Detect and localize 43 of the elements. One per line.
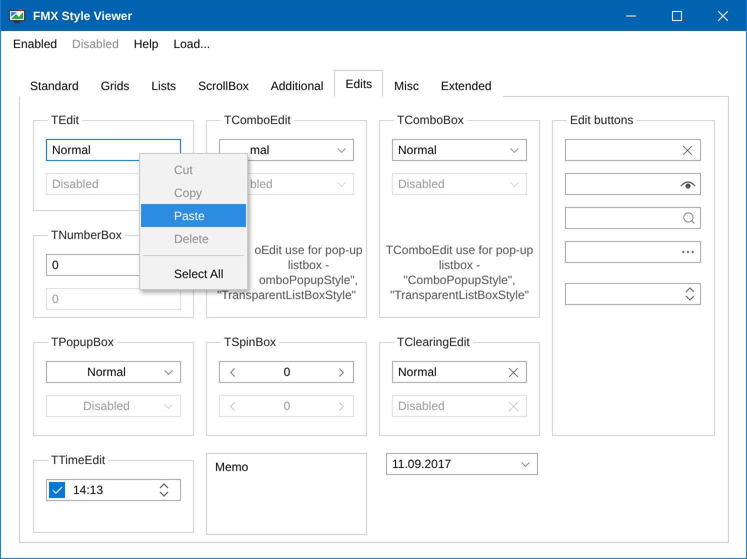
- maximize-icon: [672, 10, 682, 20]
- combo-field[interactable]: Normal: [392, 139, 527, 161]
- group-title: TPopupBox: [50, 335, 115, 349]
- spin-arrows-icon[interactable]: [684, 285, 696, 303]
- note-text: "ComboPopupStyle",: [404, 273, 516, 288]
- checkbox[interactable]: [49, 482, 65, 498]
- button-edit-field[interactable]: [565, 139, 701, 161]
- menu-item[interactable]: Load...: [173, 37, 210, 57]
- note-text: omboPopupStyle",: [259, 273, 358, 288]
- close-icon: [718, 10, 728, 20]
- memo-field[interactable]: Memo: [206, 453, 367, 535]
- spin-arrows-icon[interactable]: [158, 481, 170, 499]
- menu-item[interactable]: Enabled: [13, 37, 58, 57]
- tab[interactable]: Edits: [334, 70, 384, 97]
- time-field[interactable]: 14:13: [46, 479, 181, 501]
- button-edit-field[interactable]: [565, 241, 701, 263]
- clearing-field[interactable]: Normal: [392, 361, 527, 383]
- check-icon: [50, 484, 64, 496]
- group-title: TEdit: [50, 113, 80, 127]
- popup-field[interactable]: Normal: [46, 361, 181, 383]
- group-title: TNumberBox: [50, 228, 123, 242]
- note-text: TComboEdit use for pop-up: [386, 243, 534, 258]
- group-title: Edit buttons: [569, 113, 634, 127]
- button-edit-field[interactable]: [565, 207, 701, 229]
- group-title: TComboEdit: [223, 113, 292, 127]
- group-title: TTimeEdit: [50, 453, 106, 467]
- group-title: TSpinBox: [223, 335, 278, 349]
- group-title: TClearingEdit: [396, 335, 471, 349]
- group-title: TComboBox: [396, 113, 465, 127]
- note-text: listbox -: [438, 258, 480, 273]
- date-field[interactable]: 11.09.2017: [386, 453, 538, 475]
- spin-field[interactable]: 0: [219, 361, 354, 383]
- note-text: listbox -: [288, 258, 330, 273]
- button-edit-field[interactable]: [565, 283, 701, 305]
- note-text: "TransparentListBoxStyle": [217, 288, 356, 303]
- app-icon: [9, 8, 25, 22]
- window-title: FMX Style Viewer: [33, 8, 134, 22]
- search-icon[interactable]: [682, 211, 696, 225]
- menu-item[interactable]: Help: [134, 37, 158, 57]
- note-text: "TransparentListBoxStyle": [390, 288, 529, 303]
- button-edit-field[interactable]: [565, 173, 701, 195]
- note-text: oEdit use for pop-up: [254, 243, 363, 258]
- combo-field[interactable]: mal: [219, 139, 354, 161]
